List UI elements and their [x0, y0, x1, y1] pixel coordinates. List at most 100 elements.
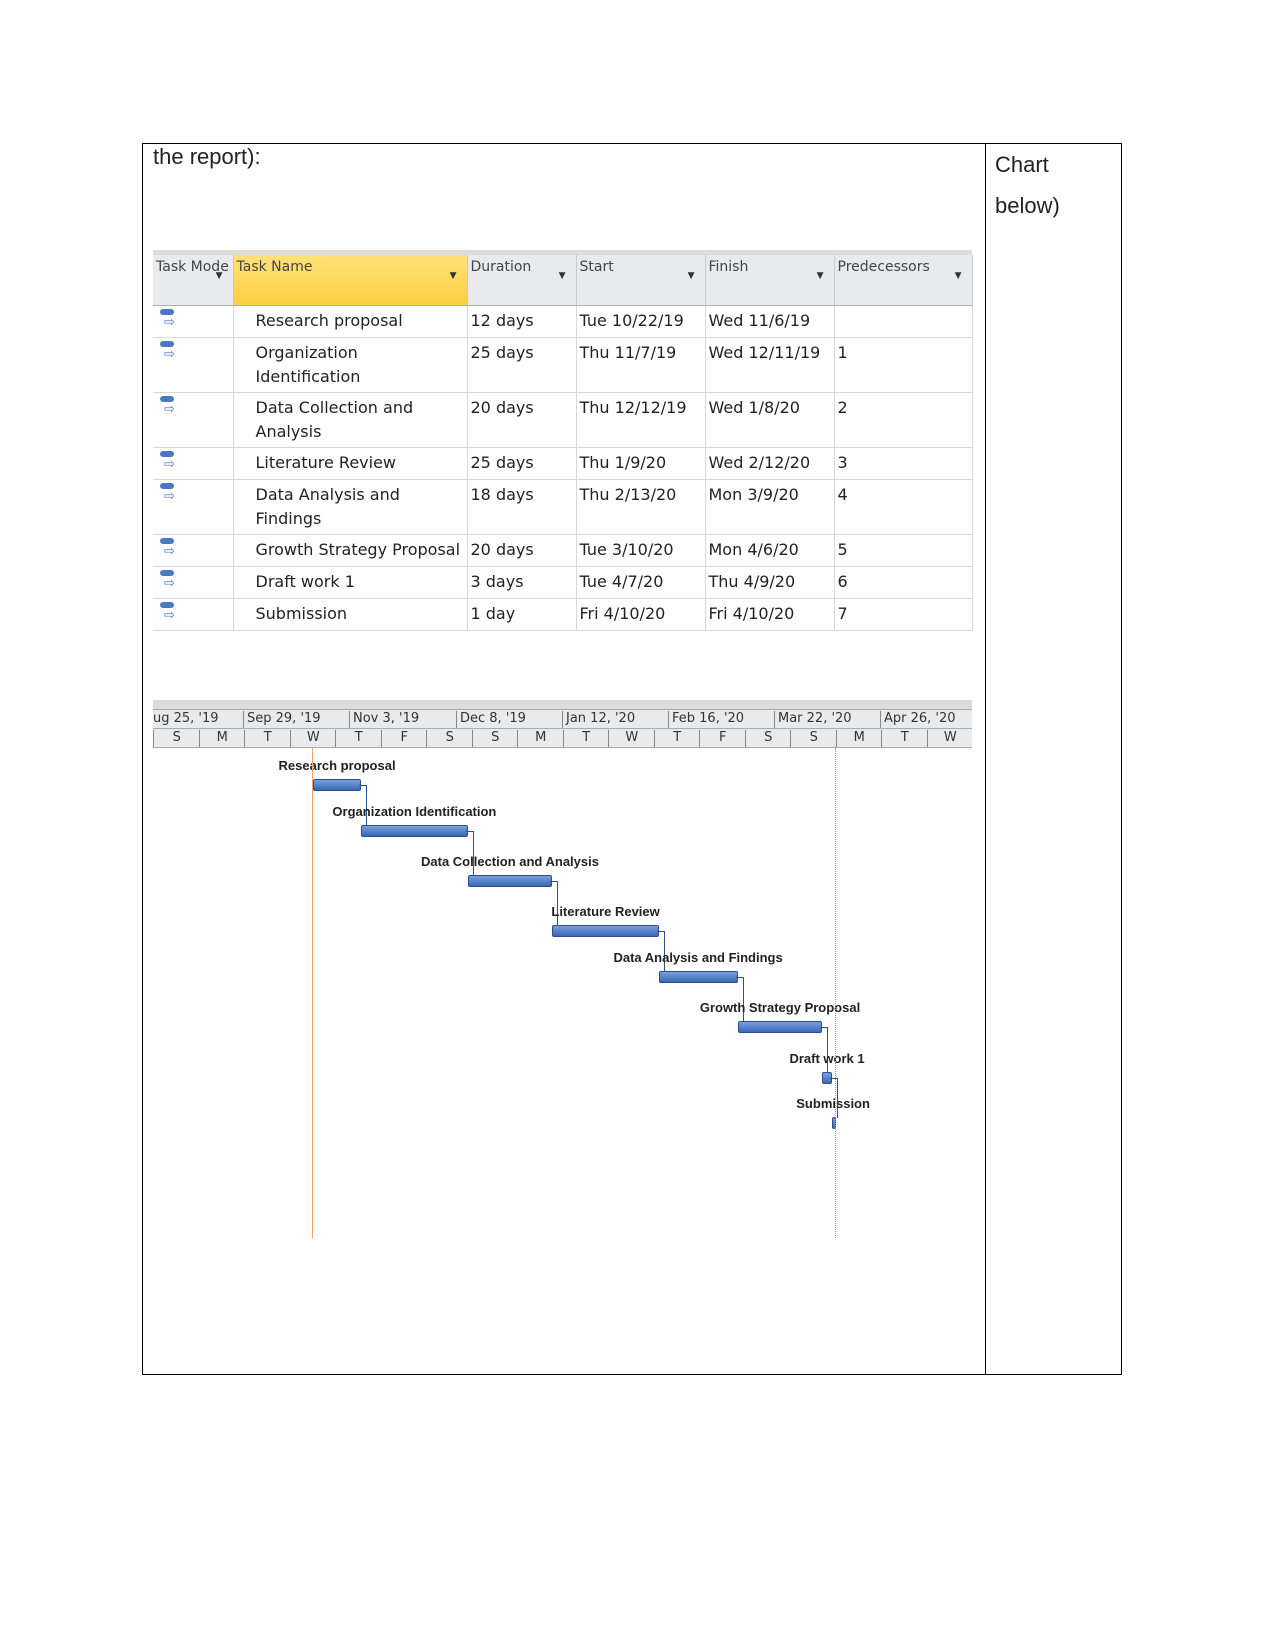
timescale-day-label: S — [790, 730, 837, 747]
column-header[interactable]: Task Name ▼ — [233, 255, 468, 306]
task-mode-cell[interactable] — [153, 566, 234, 599]
column-header[interactable]: Duration ▼ — [467, 255, 577, 306]
duration-cell[interactable]: 25 days — [467, 337, 577, 393]
task-name-cell[interactable]: Data Collection and Analysis — [233, 392, 468, 448]
task-name-cell[interactable]: Data Analysis and Findings — [233, 479, 468, 535]
start-cell[interactable]: Thu 2/13/20 — [576, 479, 706, 535]
timescale-day-label: W — [926, 730, 973, 747]
task-row[interactable]: Data Collection and Analysis20 daysThu 1… — [153, 392, 973, 448]
duration-cell[interactable]: 12 days — [467, 305, 577, 338]
predecessors-cell[interactable]: 6 — [834, 566, 973, 599]
gantt-bar[interactable] — [552, 925, 659, 937]
column-header[interactable]: Finish ▼ — [705, 255, 835, 306]
predecessors-cell[interactable]: 1 — [834, 337, 973, 393]
start-cell[interactable]: Tue 4/7/20 — [576, 566, 706, 599]
finish-cell[interactable]: Mon 3/9/20 — [705, 479, 835, 535]
dropdown-arrow-icon[interactable]: ▼ — [450, 271, 457, 281]
column-header[interactable]: Predecessors ▼ — [834, 255, 973, 306]
column-header[interactable]: Task Mode ▼ — [153, 255, 234, 306]
gantt-bar-label: Growth Strategy Proposal — [699, 1000, 861, 1015]
finish-cell[interactable]: Thu 4/9/20 — [705, 566, 835, 599]
start-cell[interactable]: Fri 4/10/20 — [576, 598, 706, 631]
predecessors-cell[interactable]: 4 — [834, 479, 973, 535]
gantt-bar[interactable] — [658, 971, 738, 983]
document-page: the report): Chart below) Task Mode ▼ Task… — [0, 0, 1275, 1651]
dropdown-arrow-icon[interactable]: ▼ — [817, 271, 824, 281]
task-mode-cell[interactable] — [153, 598, 234, 631]
auto-scheduled-icon — [156, 309, 176, 335]
duration-cell[interactable]: 25 days — [467, 447, 577, 480]
task-name-cell[interactable]: Literature Review — [233, 447, 468, 480]
gantt-bar-label: Data Analysis and Findings — [613, 950, 783, 965]
gantt-bar-label: Organization Identification — [332, 804, 497, 819]
predecessors-cell[interactable] — [834, 305, 973, 338]
dropdown-arrow-icon[interactable]: ▼ — [216, 271, 223, 281]
duration-cell[interactable]: 18 days — [467, 479, 577, 535]
left-cell-text: the report): — [153, 144, 261, 169]
task-mode-cell[interactable] — [153, 392, 234, 448]
task-mode-cell[interactable] — [153, 337, 234, 393]
timescale-top-tier: ug 25, '19 Sep 29, '19 Nov 3, '19 Dec 8, '1… — [153, 710, 972, 729]
gantt-bar-label: Literature Review — [551, 904, 660, 919]
finish-cell[interactable]: Wed 11/6/19 — [705, 305, 835, 338]
task-row[interactable]: Growth Strategy Proposal20 daysTue 3/10/… — [153, 534, 973, 567]
duration-cell[interactable]: 20 days — [467, 534, 577, 567]
task-row[interactable]: Research proposal12 daysTue 10/22/19Wed … — [153, 305, 973, 338]
finish-cell[interactable]: Wed 2/12/20 — [705, 447, 835, 480]
predecessors-cell[interactable]: 5 — [834, 534, 973, 567]
task-name-cell[interactable]: Organization Identification — [233, 337, 468, 393]
duration-cell[interactable]: 3 days — [467, 566, 577, 599]
task-name-cell[interactable]: Draft work 1 — [233, 566, 468, 599]
column-header[interactable]: Start ▼ — [576, 255, 706, 306]
dropdown-arrow-icon[interactable]: ▼ — [955, 271, 962, 281]
task-name-cell[interactable]: Research proposal — [233, 305, 468, 338]
timescale-day-label: S — [744, 730, 792, 747]
predecessors-cell[interactable]: 3 — [834, 447, 973, 480]
column-header-label: Task Name — [236, 259, 313, 275]
task-grid: Task Mode ▼ Task Name ▼ Duration ▼ Start ▼ Finis… — [153, 250, 973, 631]
column-header-label: Duration — [470, 259, 532, 275]
finish-cell[interactable]: Wed 1/8/20 — [705, 392, 835, 448]
timescale-day-label: W — [608, 730, 655, 747]
gantt-bar[interactable] — [361, 825, 468, 837]
gantt-bar[interactable] — [312, 779, 362, 791]
gantt-bar[interactable] — [467, 875, 553, 887]
right-cell-text: Chart below) — [995, 144, 1060, 226]
dropdown-arrow-icon[interactable]: ▼ — [688, 271, 695, 281]
task-name-cell[interactable]: Growth Strategy Proposal — [233, 534, 468, 567]
today-line — [312, 748, 313, 1238]
task-mode-cell[interactable] — [153, 534, 234, 567]
task-mode-cell[interactable] — [153, 479, 234, 535]
column-header-label: Predecessors — [837, 259, 930, 275]
finish-cell[interactable]: Fri 4/10/20 — [705, 598, 835, 631]
gantt-bar-label: Draft work 1 — [789, 1051, 865, 1066]
duration-cell[interactable]: 1 day — [467, 598, 577, 631]
gantt-bar-label: Research proposal — [278, 758, 396, 773]
gantt-chart: ug 25, '19 Sep 29, '19 Nov 3, '19 Dec 8, '1… — [153, 700, 972, 1240]
task-row[interactable]: Literature Review25 daysThu 1/9/20Wed 2/… — [153, 447, 973, 480]
gantt-bar[interactable] — [737, 1021, 823, 1033]
finish-cell[interactable]: Mon 4/6/20 — [705, 534, 835, 567]
dropdown-arrow-icon[interactable]: ▼ — [559, 271, 566, 281]
start-cell[interactable]: Thu 12/12/19 — [576, 392, 706, 448]
task-mode-cell[interactable] — [153, 305, 234, 338]
start-cell[interactable]: Thu 11/7/19 — [576, 337, 706, 393]
predecessors-cell[interactable]: 7 — [834, 598, 973, 631]
start-cell[interactable]: Tue 10/22/19 — [576, 305, 706, 338]
timescale-day-label: W — [289, 730, 337, 747]
start-cell[interactable]: Thu 1/9/20 — [576, 447, 706, 480]
task-row[interactable]: Submission1 dayFri 4/10/20Fri 4/10/207 — [153, 598, 973, 631]
task-row[interactable]: Data Analysis and Findings18 daysThu 2/1… — [153, 479, 973, 535]
finish-cell[interactable]: Wed 12/11/19 — [705, 337, 835, 393]
start-cell[interactable]: Tue 3/10/20 — [576, 534, 706, 567]
timescale-day-label: S — [426, 730, 473, 747]
predecessors-cell[interactable]: 2 — [834, 392, 973, 448]
task-mode-cell[interactable] — [153, 447, 234, 480]
duration-cell[interactable]: 20 days — [467, 392, 577, 448]
task-row[interactable]: Organization Identification25 daysThu 11… — [153, 337, 973, 393]
timescale-label: Mar 22, '20 — [774, 711, 852, 728]
task-name-cell[interactable]: Submission — [233, 598, 468, 631]
right-text-line: below) — [995, 193, 1060, 218]
task-row[interactable]: Draft work 13 daysTue 4/7/20Thu 4/9/206 — [153, 566, 973, 599]
timescale-day-label: T — [244, 730, 291, 747]
